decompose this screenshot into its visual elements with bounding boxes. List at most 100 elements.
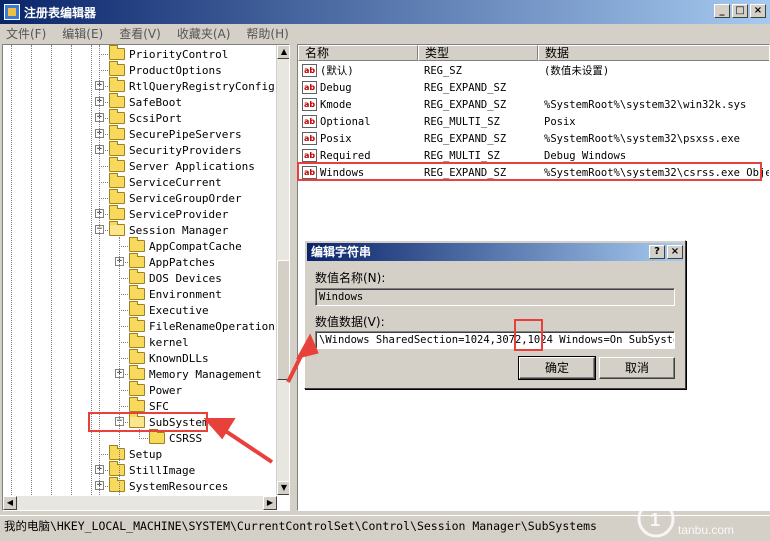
- value-row[interactable]: ab Kmode REG_EXPAND_SZ %SystemRoot%\system3…: [298, 96, 769, 113]
- tree-item-label: AppPatches: [149, 255, 216, 269]
- value-type: REG_EXPAND_SZ: [424, 98, 507, 111]
- tree-item[interactable]: DOS Devices: [129, 269, 222, 286]
- folder-icon: [129, 285, 145, 300]
- string-value-icon: ab: [302, 115, 317, 128]
- scroll-down-arrow-icon[interactable]: ▼: [277, 481, 289, 495]
- minimize-button[interactable]: _: [714, 4, 730, 18]
- tree-item[interactable]: SystemResources: [109, 477, 229, 494]
- tree-item-label: Server Applications: [129, 159, 255, 173]
- tree-item[interactable]: ScsiPort: [109, 109, 182, 126]
- tree-item[interactable]: Session Manager: [109, 221, 228, 238]
- value-row[interactable]: ab Posix REG_EXPAND_SZ %SystemRoot%\system3…: [298, 130, 769, 147]
- tree-item-label: Memory Management: [149, 367, 262, 381]
- value-name: Kmode: [320, 98, 352, 111]
- tree-item[interactable]: ServiceCurrent: [109, 173, 222, 190]
- tree-item[interactable]: SafeBoot: [109, 93, 182, 110]
- tree-item[interactable]: SecurityProviders: [109, 141, 242, 158]
- value-name: (默认): [320, 65, 354, 77]
- tree-item[interactable]: CSRSS: [149, 429, 202, 446]
- value-data: %SystemRoot%\system32\win32k.sys: [544, 98, 747, 111]
- tree-item-label: SafeBoot: [129, 95, 182, 109]
- folder-icon: [129, 365, 145, 380]
- tree-guide-line: [119, 246, 128, 247]
- menu-favorites[interactable]: 收藏夹(A): [177, 25, 231, 42]
- tree-guide-line: [99, 54, 108, 55]
- string-value-icon: ab: [302, 132, 317, 145]
- folder-icon: [109, 109, 125, 124]
- tree-item-label: ServiceProvider: [129, 207, 229, 221]
- tree-item[interactable]: Executive: [129, 301, 209, 318]
- tree-item-label: SystemResources: [129, 479, 229, 493]
- tree-guide-line: [119, 294, 128, 295]
- tree-item[interactable]: KnownDLLs: [129, 349, 209, 366]
- folder-icon: [129, 317, 145, 332]
- close-button[interactable]: ×: [750, 4, 766, 18]
- scroll-right-arrow-icon[interactable]: ▶: [263, 496, 277, 510]
- scroll-left-arrow-icon[interactable]: ◀: [3, 496, 17, 510]
- folder-icon: [129, 381, 145, 396]
- folder-icon: [129, 333, 145, 348]
- tree-vertical-scrollbar[interactable]: ▲ ▼: [276, 45, 289, 495]
- tree-item[interactable]: ServiceProvider: [109, 205, 229, 222]
- menu-file[interactable]: 文件(F): [6, 25, 46, 42]
- tree-item[interactable]: Power: [129, 381, 182, 398]
- tree-item[interactable]: ServiceGroupOrder: [109, 189, 242, 206]
- tree-item-label: ProductOptions: [129, 63, 222, 77]
- dialog-close-button[interactable]: ×: [667, 245, 683, 259]
- tree-item[interactable]: Memory Management: [129, 365, 262, 382]
- tree-item[interactable]: AppPatches: [129, 253, 216, 270]
- value-data: Posix: [544, 115, 576, 128]
- scroll-up-arrow-icon[interactable]: ▲: [277, 45, 289, 59]
- column-header-data[interactable]: 数据: [538, 45, 769, 61]
- tree-item[interactable]: PriorityControl: [109, 45, 228, 62]
- registry-tree-pane[interactable]: PriorityControl ProductOptions RtlQueryReg…: [2, 44, 290, 511]
- string-value-icon: ab: [302, 149, 317, 162]
- tree-item[interactable]: ProductOptions: [109, 61, 222, 78]
- string-value-icon: ab: [302, 64, 317, 77]
- tree-item[interactable]: AppCompatCache: [129, 237, 242, 254]
- tree-guide-line: [119, 237, 120, 509]
- tree-scroll-thumb[interactable]: [277, 260, 289, 380]
- dialog-help-button[interactable]: ?: [649, 245, 665, 259]
- menu-edit[interactable]: 编辑(E): [62, 25, 103, 42]
- edit-string-dialog: 编辑字符串 ? × 数值名称(N): Windows 数值数据(V): \Win…: [304, 240, 686, 389]
- maximize-button[interactable]: □: [732, 4, 748, 18]
- menu-help[interactable]: 帮助(H): [246, 25, 288, 42]
- value-data-input[interactable]: \Windows SharedSection=1024,3072,1024 Wi…: [315, 331, 675, 349]
- folder-icon: [109, 477, 125, 492]
- tree-item[interactable]: Setup: [109, 445, 162, 462]
- tree-item[interactable]: FileRenameOperations: [129, 317, 281, 334]
- folder-icon: [109, 61, 125, 76]
- svg-text:1: 1: [650, 510, 660, 530]
- tree-guide-line: [119, 342, 128, 343]
- tree-item[interactable]: StillImage: [109, 461, 195, 478]
- highlight-sharedsection-value: [514, 319, 543, 351]
- tree-guide-line: [71, 45, 72, 495]
- column-header-name[interactable]: 名称: [298, 45, 418, 61]
- tree-item[interactable]: RtlQueryRegistryConfig: [109, 77, 275, 94]
- tree-item[interactable]: Server Applications: [109, 157, 255, 174]
- folder-icon: [129, 269, 145, 284]
- tree-guide-line: [99, 70, 108, 71]
- tree-item[interactable]: kernel: [129, 333, 189, 350]
- value-row[interactable]: ab Debug REG_EXPAND_SZ: [298, 79, 769, 96]
- tree-item-label: ServiceCurrent: [129, 175, 222, 189]
- tree-guide-line: [119, 358, 128, 359]
- tree-item[interactable]: SecurePipeServers: [109, 125, 242, 142]
- folder-icon: [109, 125, 125, 140]
- value-data-label: 数值数据(V):: [315, 315, 385, 329]
- cancel-button[interactable]: 取消: [599, 357, 675, 379]
- tree-guide-line: [119, 326, 128, 327]
- value-row[interactable]: ab Optional REG_MULTI_SZ Posix: [298, 113, 769, 130]
- value-row[interactable]: ab (默认) REG_SZ (数值未设置): [298, 62, 769, 79]
- tree-guide-line: [139, 438, 148, 439]
- tree-item[interactable]: Environment: [129, 285, 222, 302]
- ok-button[interactable]: 确定: [518, 356, 596, 380]
- window-title: 注册表编辑器: [24, 5, 97, 20]
- tree-item-label: SFC: [149, 399, 169, 413]
- dialog-title: 编辑字符串: [311, 245, 372, 259]
- column-header-type[interactable]: 类型: [418, 45, 538, 61]
- menu-view[interactable]: 查看(V): [119, 25, 161, 42]
- folder-icon: [109, 45, 125, 60]
- tree-horizontal-scrollbar[interactable]: ◀ ▶: [3, 496, 277, 510]
